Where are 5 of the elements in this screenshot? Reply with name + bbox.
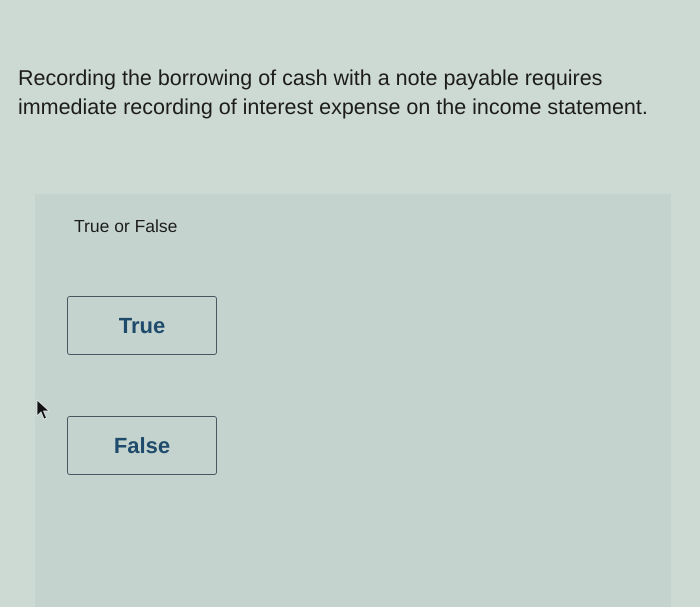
answer-option-button[interactable]: True [67,296,217,355]
question-text: Recording the borrowing of cash with a note payable requires immediate recording of interest expense on the income statement. [18,65,649,121]
answer-option-button[interactable]: False [67,416,217,475]
prompt-text: True or False [74,215,178,238]
mouse-pointer-icon [36,399,50,421]
